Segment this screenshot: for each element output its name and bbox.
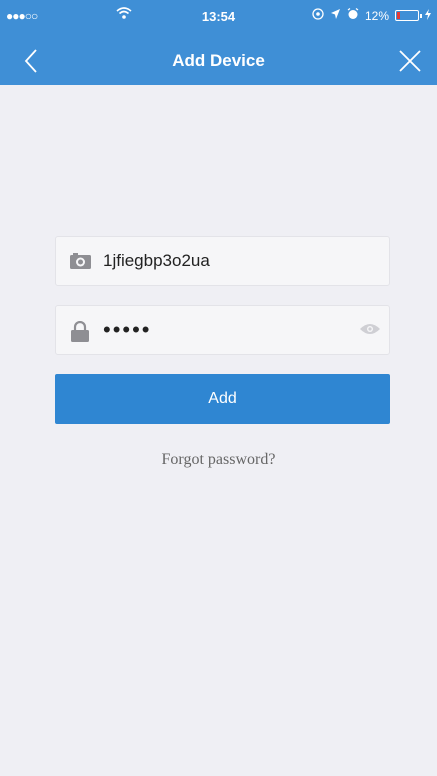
charging-icon <box>425 8 431 23</box>
nav-bar: Add Device <box>0 38 437 85</box>
device-id-field <box>55 236 390 286</box>
password-field <box>55 305 390 355</box>
status-icons: 12% <box>312 8 431 23</box>
device-id-input[interactable] <box>103 237 363 285</box>
battery-icon <box>395 10 422 21</box>
lock-rotation-icon <box>312 8 324 23</box>
battery-percent: 12% <box>364 8 389 23</box>
page-title: Add Device <box>172 51 265 70</box>
add-button[interactable]: Add <box>55 374 390 424</box>
lock-icon <box>70 320 90 348</box>
alarm-icon <box>347 8 359 23</box>
location-icon <box>330 8 341 23</box>
eye-icon[interactable] <box>359 322 381 341</box>
battery-level <box>397 12 400 19</box>
status-bar: ●●●○○ 13:54 12% <box>0 0 437 38</box>
forgot-password-link[interactable]: Forgot password? <box>0 451 437 469</box>
close-icon[interactable] <box>395 46 425 76</box>
password-input[interactable] <box>103 306 363 354</box>
camera-icon <box>70 252 92 275</box>
